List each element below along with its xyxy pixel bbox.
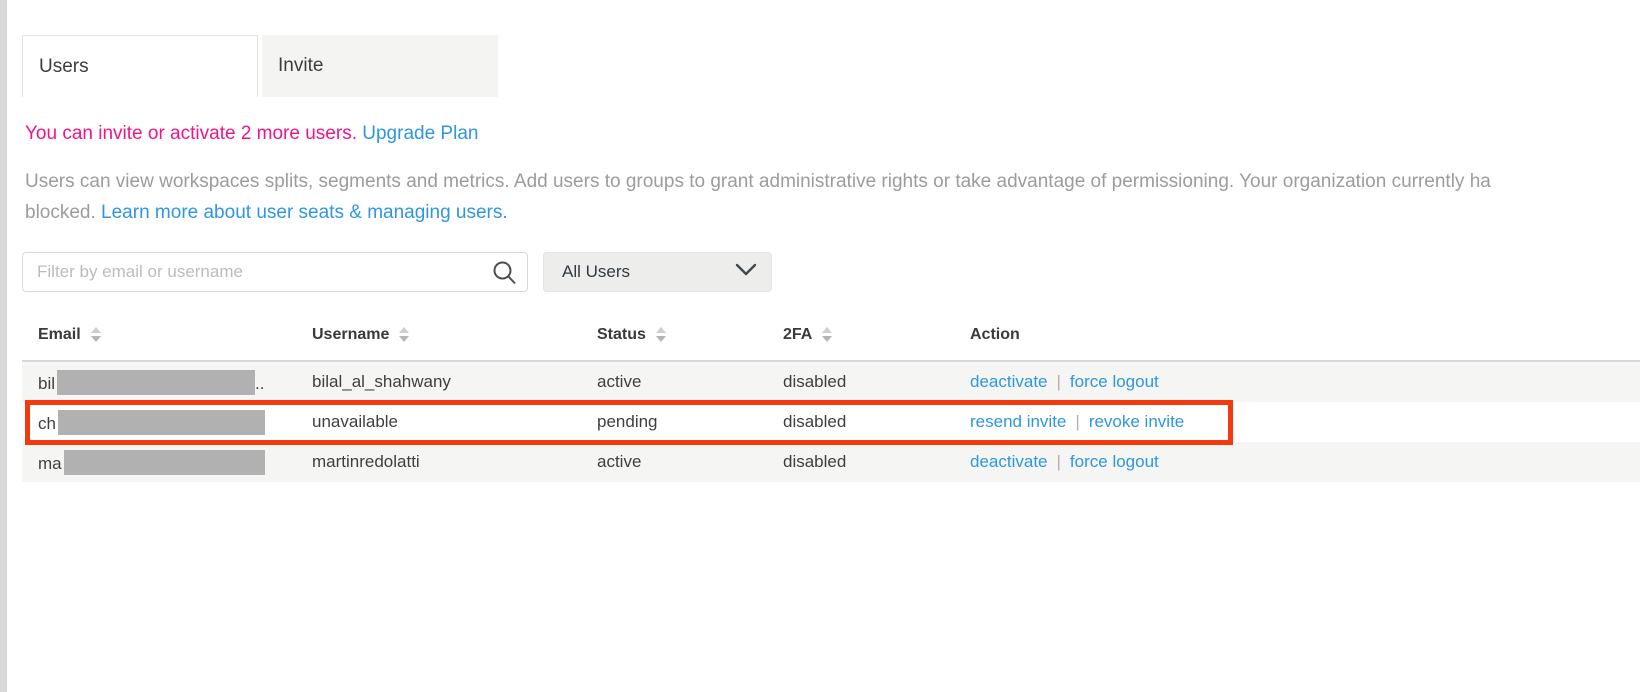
action-cell: deactivate | force logout — [970, 372, 1530, 392]
email-prefix: bil — [38, 374, 55, 393]
action-separator: | — [1075, 412, 1079, 431]
description-line1: Users can view workspaces splits, segmen… — [25, 166, 1640, 197]
left-edge-strip — [0, 0, 7, 692]
redacted-email-bar — [58, 410, 265, 435]
column-header-2fa[interactable]: 2FA — [783, 326, 970, 344]
tab-invite-label: Invite — [278, 55, 323, 77]
force-logout-link[interactable]: force logout — [1070, 452, 1159, 471]
revoke-invite-link[interactable]: revoke invite — [1089, 412, 1184, 431]
email-cell: ch — [22, 410, 312, 435]
user-filter-dropdown[interactable]: All Users — [543, 252, 772, 292]
column-header-status[interactable]: Status — [597, 326, 783, 344]
column-header-2fa-label: 2FA — [783, 326, 812, 343]
tab-bar: Users Invite — [22, 35, 498, 97]
column-header-username[interactable]: Username — [312, 326, 597, 344]
tab-users-label: Users — [39, 56, 89, 78]
table-row: bil.. bilal_al_shahwany active disabled … — [22, 362, 1640, 402]
column-header-status-label: Status — [597, 326, 646, 343]
table-controls: All Users — [22, 252, 772, 292]
resend-invite-link[interactable]: resend invite — [970, 412, 1066, 431]
email-cell: bil.. — [22, 370, 312, 395]
action-separator: | — [1057, 372, 1061, 391]
column-header-action-label: Action — [970, 326, 1020, 343]
column-header-email-label: Email — [38, 326, 81, 343]
deactivate-link[interactable]: deactivate — [970, 452, 1048, 471]
seat-limit-notice: You can invite or activate 2 more users.… — [25, 123, 478, 145]
filter-input[interactable] — [22, 252, 528, 292]
twofa-cell: disabled — [783, 412, 970, 432]
sort-icon[interactable] — [656, 327, 666, 342]
learn-more-link[interactable]: Learn more about user seats & managing u… — [101, 202, 508, 223]
tab-invite[interactable]: Invite — [262, 35, 498, 97]
redacted-email-bar — [64, 450, 265, 475]
column-header-action: Action — [970, 326, 1530, 344]
redacted-email-bar — [57, 370, 255, 395]
status-cell: active — [597, 452, 783, 472]
column-header-email[interactable]: Email — [22, 326, 312, 344]
filter-box — [22, 252, 528, 292]
username-cell: bilal_al_shahwany — [312, 372, 597, 392]
username-cell: unavailable — [312, 412, 597, 432]
deactivate-link[interactable]: deactivate — [970, 372, 1048, 391]
search-icon — [491, 259, 518, 291]
column-header-username-label: Username — [312, 326, 389, 343]
sort-icon[interactable] — [91, 327, 101, 342]
chevron-down-icon — [735, 262, 757, 282]
users-table: Email Username Status 2FA Action bil.. b… — [22, 310, 1640, 482]
description-line2: blocked. Learn more about user seats & m… — [25, 197, 1640, 228]
twofa-cell: disabled — [783, 452, 970, 472]
status-cell: active — [597, 372, 783, 392]
tab-users[interactable]: Users — [22, 35, 258, 97]
action-cell: resend invite | revoke invite — [970, 412, 1530, 432]
description-line2-prefix: blocked. — [25, 202, 101, 223]
sort-icon[interactable] — [822, 327, 832, 342]
email-cell: ma — [22, 450, 312, 475]
table-row-highlighted: ch unavailable pending disabled resend i… — [22, 402, 1640, 442]
email-prefix: ch — [38, 414, 56, 433]
upgrade-plan-link[interactable]: Upgrade Plan — [362, 123, 478, 144]
email-suffix: .. — [255, 374, 264, 393]
email-prefix: ma — [38, 454, 62, 473]
action-cell: deactivate | force logout — [970, 452, 1530, 472]
username-cell: martinredolatti — [312, 452, 597, 472]
users-description: Users can view workspaces splits, segmen… — [25, 166, 1640, 228]
table-row: ma martinredolatti active disabled deact… — [22, 442, 1640, 482]
user-filter-selected: All Users — [562, 262, 630, 282]
status-cell: pending — [597, 412, 783, 432]
table-header-row: Email Username Status 2FA Action — [22, 310, 1640, 362]
seat-limit-message: You can invite or activate 2 more users. — [25, 123, 357, 144]
action-separator: | — [1057, 452, 1061, 471]
sort-icon[interactable] — [399, 327, 409, 342]
force-logout-link[interactable]: force logout — [1070, 372, 1159, 391]
twofa-cell: disabled — [783, 372, 970, 392]
